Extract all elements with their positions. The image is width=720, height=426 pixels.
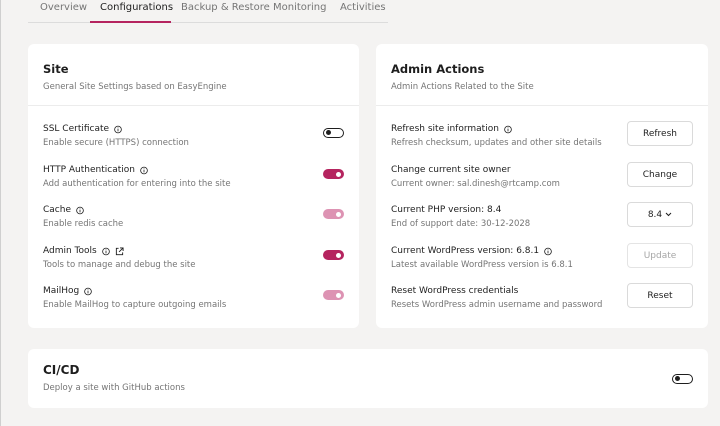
setting-description: Enable redis cache (43, 219, 124, 229)
divider (376, 105, 708, 106)
setting-row-mailhog: MailHog Enable MailHog to capture outgoi… (43, 286, 344, 316)
action-description: Resets WordPress admin username and pass… (391, 300, 603, 310)
http-auth-toggle[interactable] (323, 169, 344, 179)
admin-card-title: Admin Actions (391, 62, 485, 76)
setting-title-text: SSL Certificate (43, 124, 110, 134)
action-title-text: Change current site owner (391, 165, 511, 175)
mailhog-toggle[interactable] (323, 290, 344, 300)
site-card-title: Site (43, 62, 69, 76)
tab-monitoring[interactable]: Monitoring (273, 2, 326, 13)
setting-title: SSL Certificate (43, 124, 122, 134)
admin-card-subtitle: Admin Actions Related to the Site (391, 82, 534, 92)
setting-title-text: Cache (43, 205, 71, 215)
action-description: Refresh checksum, updates and other site… (391, 138, 602, 148)
active-tab-indicator (90, 21, 171, 23)
action-title: Reset WordPress credentials (391, 286, 518, 296)
setting-row-cache: Cache Enable redis cache (43, 205, 344, 235)
divider (28, 105, 359, 106)
update-button[interactable]: Update (627, 243, 693, 268)
action-title: Current WordPress version: 6.8.1 (391, 246, 552, 256)
setting-title: Cache (43, 205, 84, 215)
action-row-refresh: Refresh site information Refresh checksu… (391, 121, 693, 154)
setting-description: Enable secure (HTTPS) connection (43, 138, 189, 148)
action-description: Current owner: sal.dinesh@rtcamp.com (391, 179, 560, 189)
action-row-wp-version: Current WordPress version: 6.8.1 Latest … (391, 243, 693, 276)
change-owner-button[interactable]: Change (627, 162, 693, 187)
info-icon[interactable] (84, 287, 93, 295)
info-icon[interactable] (114, 125, 122, 133)
setting-title: MailHog (43, 286, 93, 296)
setting-title: Admin Tools (43, 246, 124, 256)
action-description: Latest available WordPress version is 6.… (391, 260, 573, 270)
setting-description: Enable MailHog to capture outgoing email… (43, 300, 227, 310)
setting-row-admin-tools: Admin Tools Tools to manage and debug th… (43, 246, 344, 276)
action-row-change-owner: Change current site owner Current owner:… (391, 162, 693, 195)
tab-backup-restore[interactable]: Backup & Restore (181, 2, 270, 13)
action-title-text: Refresh site information (391, 124, 499, 134)
info-icon[interactable] (140, 166, 148, 174)
info-icon[interactable] (544, 247, 552, 255)
admin-actions-card: Admin Actions Admin Actions Related to t… (376, 44, 708, 328)
php-version-select[interactable]: 8.4 (627, 202, 693, 227)
setting-row-http-auth: HTTP Authentication Add authentication f… (43, 165, 344, 195)
action-row-php-version: Current PHP version: 8.4 End of support … (391, 202, 693, 235)
cicd-card-subtitle: Deploy a site with GitHub actions (43, 383, 185, 393)
external-link-icon[interactable] (115, 246, 124, 256)
setting-description: Tools to manage and debug the site (43, 260, 196, 270)
ssl-toggle[interactable] (323, 128, 344, 138)
action-title-text: Current PHP version: 8.4 (391, 205, 502, 215)
info-icon[interactable] (101, 247, 110, 255)
setting-row-ssl: SSL Certificate Enable secure (HTTPS) co… (43, 124, 344, 154)
admin-tools-toggle[interactable] (323, 250, 344, 260)
info-icon[interactable] (504, 125, 512, 133)
cicd-card: CI/CD Deploy a site with GitHub actions (28, 349, 708, 408)
info-icon[interactable] (76, 206, 84, 214)
cache-toggle[interactable] (323, 209, 344, 219)
setting-title: HTTP Authentication (43, 165, 148, 175)
action-title: Current PHP version: 8.4 (391, 205, 501, 215)
action-title: Refresh site information (391, 124, 512, 134)
setting-title-text: MailHog (43, 286, 80, 296)
reset-button[interactable]: Reset (627, 283, 693, 308)
refresh-button[interactable]: Refresh (627, 121, 693, 146)
cicd-card-title: CI/CD (43, 363, 80, 377)
action-description: End of support date: 30-12-2028 (391, 219, 531, 229)
cicd-toggle[interactable] (672, 374, 693, 384)
php-version-value: 8.4 (647, 209, 663, 220)
chevron-down-icon (665, 212, 672, 217)
site-settings-card: Site General Site Settings based on Easy… (28, 44, 359, 328)
site-card-subtitle: General Site Settings based on EasyEngin… (43, 82, 227, 92)
left-border (0, 0, 1, 426)
setting-description: Add authentication for entering into the… (43, 179, 231, 189)
action-title: Change current site owner (391, 165, 511, 175)
tab-overview[interactable]: Overview (40, 2, 87, 13)
tab-configurations[interactable]: Configurations (100, 2, 173, 13)
tab-activities[interactable]: Activities (340, 2, 386, 13)
setting-title-text: Admin Tools (43, 246, 97, 256)
tab-bar: Overview Configurations Backup & Restore… (28, 0, 388, 23)
action-title-text: Current WordPress version: 6.8.1 (391, 246, 540, 256)
action-row-reset-credentials: Reset WordPress credentials Resets WordP… (391, 283, 693, 316)
action-title-text: Reset WordPress credentials (391, 286, 519, 296)
setting-title-text: HTTP Authentication (43, 165, 135, 175)
